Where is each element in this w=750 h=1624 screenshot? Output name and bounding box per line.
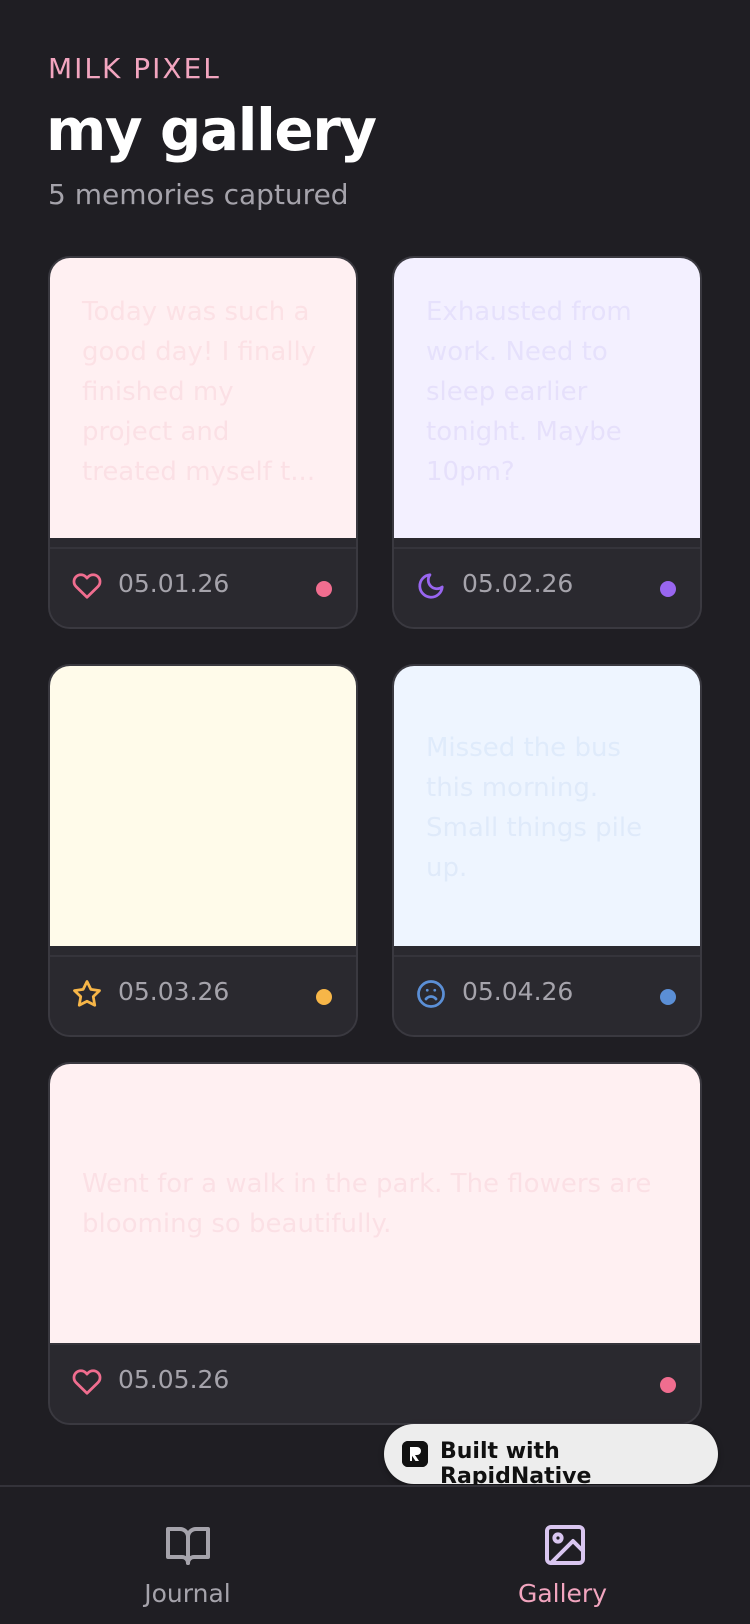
card-preview: Exhausted from work. Need to sleep earli… (394, 258, 700, 538)
mood-dot (660, 1377, 676, 1393)
card-date: 05.01.26 (118, 569, 230, 598)
tab-journal[interactable]: Journal (0, 1487, 375, 1624)
moon-icon (416, 571, 446, 601)
card-date: 05.02.26 (462, 569, 574, 598)
tab-label: Gallery (517, 1579, 608, 1608)
sad-face-icon (416, 979, 446, 1009)
gallery-screen: MILK PIXEL my gallery 5 memories capture… (0, 0, 750, 1624)
image-icon (541, 1521, 589, 1569)
card-preview: Missed the bus this morning. Small thing… (394, 666, 700, 946)
page-title: my gallery (46, 96, 377, 164)
card-preview: Went for a walk in the park. The flowers… (50, 1064, 700, 1344)
card-date: 05.04.26 (462, 977, 574, 1006)
memory-card[interactable]: Went for a walk in the park. The flowers… (48, 1062, 702, 1425)
tab-label: Journal (144, 1579, 231, 1608)
memory-count: 5 memories captured (48, 178, 349, 211)
card-footer: 05.01.26 (50, 547, 356, 627)
mood-dot (660, 989, 676, 1005)
card-preview: Today was such a good day! I finally fin… (50, 258, 356, 538)
memory-card[interactable]: Missed the bus this morning. Small thing… (392, 664, 702, 1037)
tab-gallery[interactable]: Gallery (375, 1487, 750, 1624)
card-text: Today was such a good day! I finally fin… (82, 297, 317, 487)
card-footer: 05.04.26 (394, 955, 700, 1035)
card-text: Missed the bus this morning. Small thing… (426, 733, 643, 883)
card-date: 05.03.26 (118, 977, 230, 1006)
bottom-tab-bar: Journal Gallery (0, 1485, 750, 1624)
memory-card[interactable]: Exhausted from work. Need to sleep earli… (392, 256, 702, 629)
rapidnative-logo-icon (402, 1441, 428, 1467)
card-footer: 05.02.26 (394, 547, 700, 627)
book-icon (164, 1521, 212, 1569)
card-footer: 05.05.26 (50, 1343, 700, 1423)
memory-card[interactable]: Today was such a good day! I finally fin… (48, 256, 358, 629)
built-with-badge[interactable]: Built with RapidNative (384, 1424, 718, 1489)
star-icon (72, 979, 102, 1009)
card-date: 05.05.26 (118, 1365, 230, 1394)
mood-dot (660, 581, 676, 597)
memory-card[interactable]: 05.03.26 (48, 664, 358, 1037)
badge-label: Built with RapidNative (440, 1439, 592, 1489)
heart-icon (72, 1367, 102, 1397)
card-text: Exhausted from work. Need to sleep earli… (426, 297, 632, 487)
brand-label: MILK PIXEL (48, 52, 221, 85)
mood-dot (316, 989, 332, 1005)
mood-dot (316, 581, 332, 597)
card-text: Went for a walk in the park. The flowers… (82, 1169, 652, 1239)
heart-icon (72, 571, 102, 601)
card-preview (50, 666, 356, 946)
card-footer: 05.03.26 (50, 955, 356, 1035)
